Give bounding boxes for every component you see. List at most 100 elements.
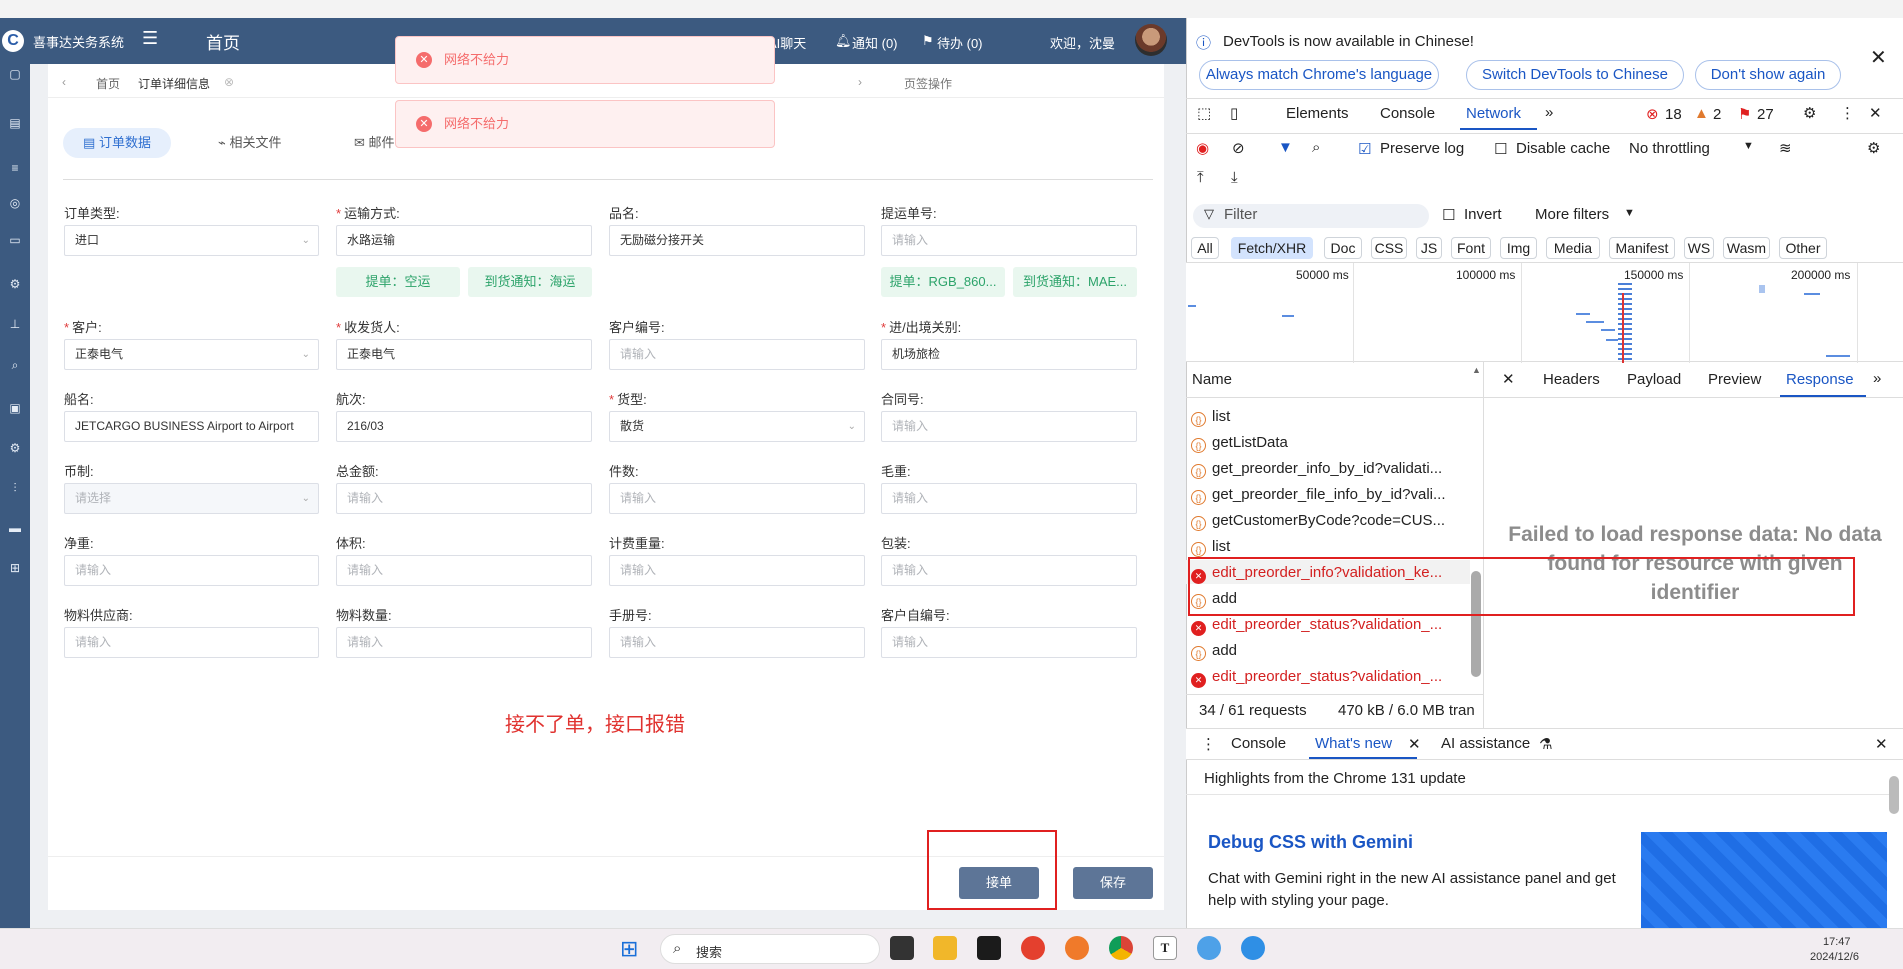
- tab-network[interactable]: Network: [1466, 105, 1521, 122]
- pycharm-icon[interactable]: [977, 936, 1001, 960]
- qty-input[interactable]: 请输入: [336, 627, 592, 658]
- kebab-icon[interactable]: ⋮: [1201, 735, 1216, 753]
- windows-start-icon[interactable]: ⊞: [620, 937, 644, 961]
- stamp-icon[interactable]: ⊥: [0, 314, 30, 334]
- cargo-type-select[interactable]: 散货 ⌄: [609, 411, 865, 442]
- store-icon[interactable]: ▣: [0, 398, 30, 418]
- tab-home[interactable]: 首页: [96, 75, 120, 92]
- tab-preview[interactable]: Preview: [1708, 371, 1761, 388]
- monitor-icon[interactable]: ▭: [0, 230, 30, 250]
- request-row[interactable]: {} list: [1191, 538, 1230, 557]
- avatar[interactable]: [1135, 24, 1167, 56]
- net-input[interactable]: 请输入: [64, 555, 319, 586]
- issue-icon[interactable]: ⚑: [1738, 105, 1751, 123]
- filter-icon[interactable]: ▼: [1278, 139, 1293, 156]
- close-icon[interactable]: ✕: [1408, 735, 1421, 753]
- total-input[interactable]: 请输入: [336, 483, 592, 514]
- org-icon[interactable]: ⊞: [0, 558, 30, 578]
- chip-wasm[interactable]: Wasm: [1723, 237, 1770, 259]
- app-icon[interactable]: [890, 936, 914, 960]
- request-row[interactable]: {} add: [1191, 642, 1237, 661]
- currency-select[interactable]: 请选择 ⌄: [64, 483, 319, 514]
- tab-payload[interactable]: Payload: [1627, 371, 1681, 388]
- order-type-select[interactable]: 进口 ⌄: [64, 225, 319, 256]
- close-icon[interactable]: ⊗: [224, 75, 234, 89]
- close-icon[interactable]: ✕: [1869, 104, 1882, 122]
- name-column-header[interactable]: Name: [1192, 371, 1232, 388]
- throttling-select[interactable]: No throttling: [1629, 140, 1710, 157]
- list-icon[interactable]: ≡: [0, 158, 30, 178]
- disable-cache-checkbox[interactable]: ☐: [1494, 140, 1507, 158]
- pieces-input[interactable]: 请输入: [609, 483, 865, 514]
- device-icon[interactable]: ▯: [1230, 104, 1238, 122]
- consignee-input[interactable]: 正泰电气: [336, 339, 592, 370]
- network-conditions-icon[interactable]: ≋: [1779, 139, 1792, 157]
- self-no-input[interactable]: 请输入: [881, 627, 1137, 658]
- doc-icon[interactable]: ▤: [0, 113, 30, 133]
- more-filters-dropdown[interactable]: More filters: [1535, 206, 1609, 223]
- request-row[interactable]: {} getListData: [1191, 434, 1288, 453]
- more-tabs-icon[interactable]: »: [1873, 370, 1881, 387]
- chip-font[interactable]: Font: [1451, 237, 1491, 259]
- subtab-mail[interactable]: ✉ 邮件: [354, 128, 395, 158]
- bell-icon[interactable]: 🔔︎: [835, 33, 852, 49]
- chrome-icon[interactable]: [1109, 936, 1133, 960]
- upload-icon[interactable]: ⤒: [1197, 169, 1204, 186]
- page-ops-dropdown[interactable]: 页签操作: [904, 75, 952, 92]
- request-row[interactable]: ✕ edit_preorder_status?validation_...: [1191, 616, 1442, 636]
- todo-link[interactable]: 待办 (0): [937, 33, 983, 52]
- contract-input[interactable]: 请输入: [881, 411, 1137, 442]
- request-row[interactable]: ✕ edit_preorder_status?validation_...: [1191, 668, 1442, 688]
- volume-input[interactable]: 请输入: [336, 555, 592, 586]
- request-row[interactable]: {} get_preorder_file_info_by_id?vali...: [1191, 486, 1446, 505]
- drawer-tab-console[interactable]: Console: [1231, 735, 1286, 752]
- tab-prev-icon[interactable]: ‹: [62, 75, 66, 89]
- subtab-order-data[interactable]: ▤ 订单数据: [63, 128, 171, 158]
- customer-select[interactable]: 正泰电气 ⌄: [64, 339, 319, 370]
- truck-icon[interactable]: ▬: [0, 518, 30, 538]
- chip-css[interactable]: CSS: [1371, 237, 1407, 259]
- chip-other[interactable]: Other: [1779, 237, 1827, 259]
- chip-doc[interactable]: Doc: [1324, 237, 1362, 259]
- download-icon[interactable]: ⤓: [1231, 169, 1238, 186]
- chip-img[interactable]: Img: [1500, 237, 1537, 259]
- globe-icon[interactable]: ◎: [0, 193, 30, 213]
- tab-elements[interactable]: Elements: [1286, 105, 1349, 122]
- record-icon[interactable]: ◉: [1196, 139, 1209, 157]
- gross-input[interactable]: 请输入: [881, 483, 1137, 514]
- sliders-icon[interactable]: ⫶: [0, 478, 30, 498]
- entry-exit-input[interactable]: 机场旅检: [881, 339, 1137, 370]
- tab-headers[interactable]: Headers: [1543, 371, 1600, 388]
- pack-input[interactable]: 请输入: [881, 555, 1137, 586]
- clear-icon[interactable]: ⊘: [1232, 139, 1245, 157]
- app-icon[interactable]: [1021, 936, 1045, 960]
- request-row[interactable]: {} get_preorder_info_by_id?validati...: [1191, 460, 1442, 479]
- drawer-tab-ai-assistance[interactable]: AI assistance: [1441, 735, 1530, 752]
- inspect-icon[interactable]: ⬚: [1197, 104, 1211, 122]
- dont-show-button[interactable]: Don't show again: [1695, 60, 1841, 90]
- supplier-input[interactable]: 请输入: [64, 627, 319, 658]
- menu-icon[interactable]: ☰: [142, 28, 158, 49]
- flag-icon[interactable]: ⚑: [922, 33, 934, 49]
- news-title[interactable]: Debug CSS with Gemini: [1208, 832, 1413, 853]
- chat-icon[interactable]: [1241, 936, 1265, 960]
- gear-icon[interactable]: ⚙: [1803, 104, 1816, 122]
- cube-icon[interactable]: ▢: [0, 64, 30, 84]
- save-button[interactable]: 保存: [1073, 867, 1153, 899]
- notify-link[interactable]: 通知 (0): [852, 33, 898, 52]
- search-icon[interactable]: ⌕: [1312, 139, 1320, 156]
- scrollbar-thumb[interactable]: [1889, 776, 1899, 814]
- app-icon[interactable]: [1197, 936, 1221, 960]
- kebab-icon[interactable]: ⋮: [1840, 104, 1855, 122]
- close-icon[interactable]: ✕: [1870, 45, 1887, 70]
- app-icon[interactable]: [1065, 936, 1089, 960]
- close-icon[interactable]: ✕: [1875, 735, 1888, 753]
- switch-chinese-button[interactable]: Switch DevTools to Chinese: [1466, 60, 1684, 90]
- chip-ws[interactable]: WS: [1684, 237, 1714, 259]
- match-language-button[interactable]: Always match Chrome's language: [1199, 60, 1439, 90]
- chip-fetch-xhr[interactable]: Fetch/XHR: [1231, 237, 1313, 259]
- tab-order-detail[interactable]: 订单详细信息: [138, 75, 210, 92]
- search-doc-icon[interactable]: ⌕: [0, 355, 30, 375]
- gear-icon[interactable]: ⚙: [1867, 139, 1880, 157]
- taskbar-search[interactable]: [660, 934, 880, 964]
